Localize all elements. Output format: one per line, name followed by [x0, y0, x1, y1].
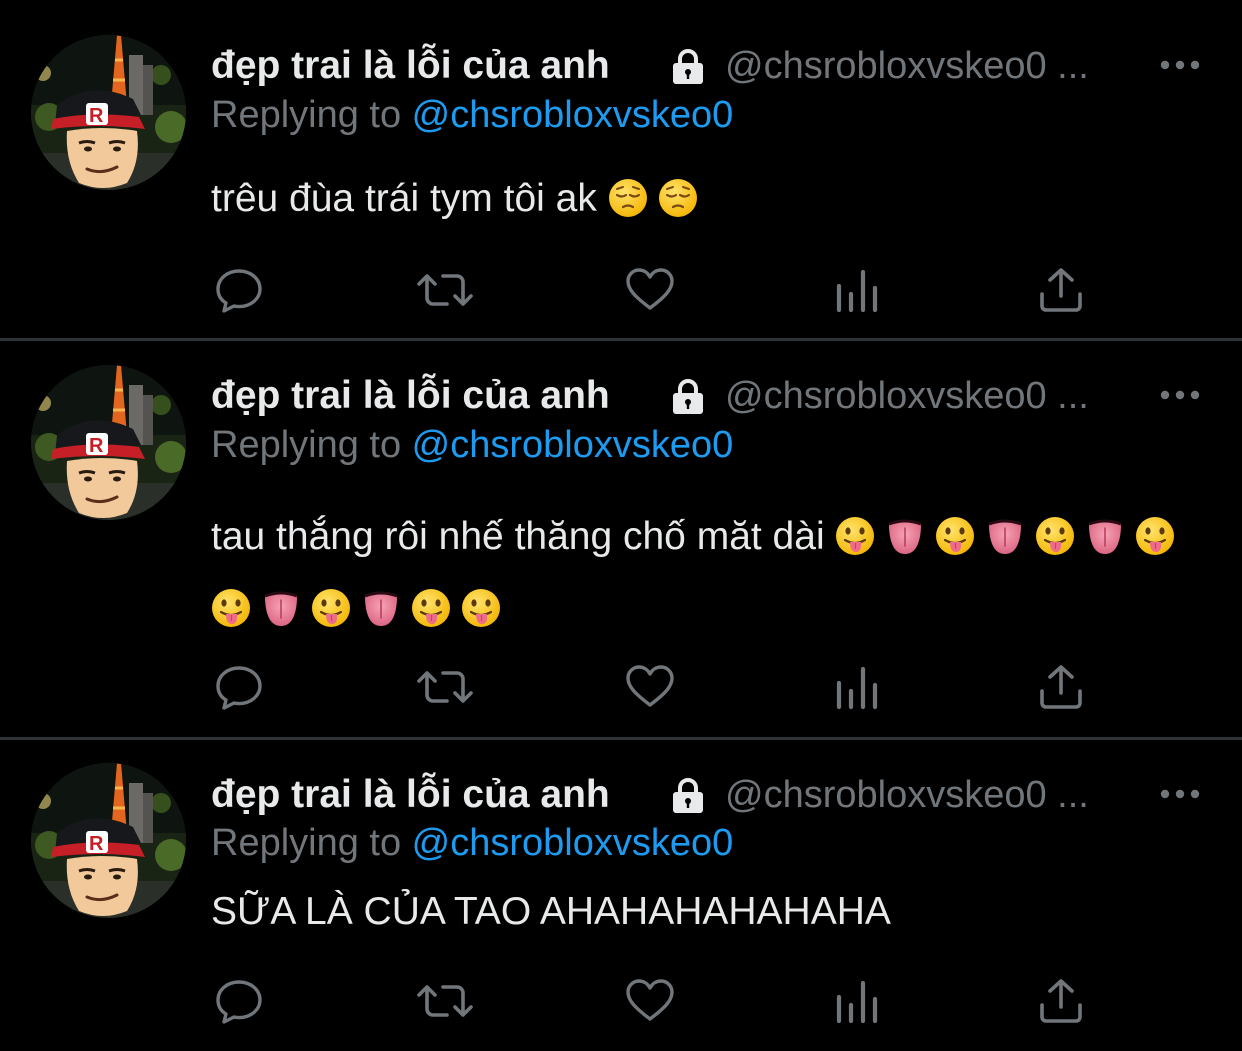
heart-icon[interactable] — [624, 266, 676, 314]
tweet[interactable]: đẹp trai là lỗi của anh @chsrobloxvskeo0… — [0, 341, 1242, 737]
tweet-text-content: SỮA LÀ CỦA TAO AHAHAHAHAHAHA — [211, 890, 891, 933]
analytics-icon[interactable] — [831, 266, 883, 314]
user-handle[interactable]: @chsrobloxvskeo0 ... — [725, 771, 1145, 819]
share-icon[interactable] — [1035, 663, 1087, 711]
replying-to-handle-link[interactable]: @chsrobloxvskeo0 — [412, 822, 734, 864]
share-icon[interactable] — [1035, 266, 1087, 314]
lock-icon — [668, 778, 708, 814]
replying-to-handle-link[interactable]: @chsrobloxvskeo0 — [412, 424, 734, 466]
analytics-icon[interactable] — [831, 663, 883, 711]
retweet-icon[interactable] — [415, 266, 467, 314]
tongue-face-emoji — [935, 516, 975, 556]
pensive-face-emoji — [608, 178, 648, 218]
tweet-header: đẹp trai là lỗi của anh @chsrobloxvskeo0… — [211, 771, 1211, 819]
tongue-face-emoji — [311, 588, 351, 628]
replying-to: Replying to @chsrobloxvskeo0 — [211, 92, 733, 138]
reply-icon[interactable] — [213, 977, 265, 1025]
tweet-header: đẹp trai là lỗi của anh @chsrobloxvskeo0… — [211, 372, 1211, 420]
replying-to-label: Replying to — [211, 822, 412, 864]
tweet[interactable]: đẹp trai là lỗi của anh @chsrobloxvskeo0… — [0, 740, 1242, 1051]
tweet-text: tau thắng rôi nhế thăng chố măt dài — [211, 501, 1211, 645]
tongue-emoji — [261, 588, 301, 628]
lock-icon — [668, 379, 708, 415]
tweet[interactable]: đẹp trai là lỗi của anh @chsrobloxvskeo0… — [0, 0, 1242, 338]
avatar[interactable] — [31, 365, 186, 520]
tongue-face-emoji — [461, 588, 501, 628]
display-name[interactable]: đẹp trai là lỗi của anh — [211, 372, 610, 420]
tongue-emoji — [1085, 516, 1125, 556]
more-icon[interactable] — [1159, 58, 1201, 72]
more-icon[interactable] — [1159, 787, 1201, 801]
retweet-icon[interactable] — [415, 977, 467, 1025]
user-handle[interactable]: @chsrobloxvskeo0 ... — [725, 372, 1145, 420]
replying-to: Replying to @chsrobloxvskeo0 — [211, 422, 733, 468]
tongue-face-emoji — [1035, 516, 1075, 556]
tweet-text-content: trêu đùa trái tym tôi ak — [211, 177, 597, 220]
pensive-face-emoji — [658, 178, 698, 218]
tongue-face-emoji — [835, 516, 875, 556]
analytics-icon[interactable] — [831, 977, 883, 1025]
tongue-emoji — [361, 588, 401, 628]
tongue-emoji — [885, 516, 925, 556]
tweet-feed: đẹp trai là lỗi của anh @chsrobloxvskeo0… — [0, 0, 1242, 1051]
heart-icon[interactable] — [624, 663, 676, 711]
tweet-text: trêu đùa trái tym tôi ak — [211, 172, 1211, 226]
more-icon[interactable] — [1159, 388, 1201, 402]
lock-icon — [668, 49, 708, 85]
tongue-face-emoji — [211, 588, 251, 628]
tweet-actions — [211, 977, 1111, 1027]
tongue-face-emoji — [1135, 516, 1175, 556]
emoji-row — [608, 177, 708, 220]
heart-icon[interactable] — [624, 977, 676, 1025]
tweet-actions — [211, 266, 1111, 316]
share-icon[interactable] — [1035, 977, 1087, 1025]
tweet-text: SỮA LÀ CỦA TAO AHAHAHAHAHAHA — [211, 885, 1211, 939]
replying-to-handle-link[interactable]: @chsrobloxvskeo0 — [412, 94, 734, 136]
avatar[interactable] — [31, 763, 186, 918]
tweet-text-content: tau thắng rôi nhế thăng chố măt dài — [211, 515, 825, 558]
tongue-emoji — [985, 516, 1025, 556]
tweet-actions — [211, 663, 1111, 713]
tweet-header: đẹp trai là lỗi của anh @chsrobloxvskeo0… — [211, 42, 1211, 90]
retweet-icon[interactable] — [415, 663, 467, 711]
user-handle[interactable]: @chsrobloxvskeo0 ... — [725, 42, 1145, 90]
replying-to-label: Replying to — [211, 94, 412, 136]
reply-icon[interactable] — [213, 266, 265, 314]
tongue-face-emoji — [411, 588, 451, 628]
display-name[interactable]: đẹp trai là lỗi của anh — [211, 771, 610, 819]
display-name[interactable]: đẹp trai là lỗi của anh — [211, 42, 610, 90]
replying-to: Replying to @chsrobloxvskeo0 — [211, 820, 733, 866]
avatar[interactable] — [31, 35, 186, 190]
reply-icon[interactable] — [213, 663, 265, 711]
replying-to-label: Replying to — [211, 424, 412, 466]
